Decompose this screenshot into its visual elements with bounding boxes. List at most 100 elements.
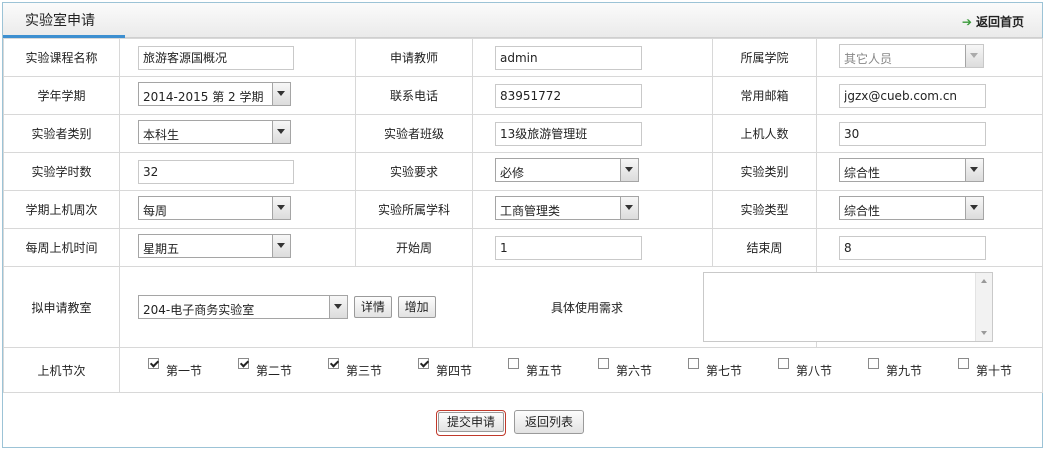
period-option[interactable]: 第十节 <box>958 357 1047 379</box>
classroom-add-button[interactable]: 增加 <box>397 296 436 318</box>
student-type-label: 实验者类别 <box>3 114 120 153</box>
term-select[interactable]: 2014-2015 第 2 学期 <box>138 82 291 106</box>
form-row: 实验学时数 实验要求 必修 实验类别 综合性 <box>3 152 1043 191</box>
usage-cell <box>703 266 1043 348</box>
period-checkbox[interactable] <box>598 357 609 369</box>
period-option[interactable]: 第九节 <box>868 357 958 379</box>
form-row: 上机节次 第一节 第二节 第三节 第四节 第五节 第六节 第七节 第八节 第九节 第十节 <box>3 347 1043 393</box>
period-option[interactable]: 第四节 <box>418 357 508 379</box>
form-row: 每周上机时间 星期五 开始周 结束周 <box>3 228 1043 267</box>
phone-label: 联系电话 <box>355 76 473 115</box>
weekly-freq-select[interactable]: 每周 <box>138 196 291 220</box>
chevron-down-icon <box>272 197 290 219</box>
scroll-down-icon[interactable] <box>981 331 987 335</box>
college-value: 其它人员 <box>844 52 893 66</box>
hours-input[interactable] <box>138 159 294 184</box>
form-row: 实验课程名称 申请教师 所属学院 其它人员 <box>3 38 1043 77</box>
lab-category-value: 综合性 <box>844 166 881 180</box>
classroom-select[interactable]: 204-电子商务实验室 <box>138 295 348 319</box>
periods-group: 第一节 第二节 第三节 第四节 第五节 第六节 第七节 第八节 第九节 第十节 <box>119 347 1043 393</box>
chevron-down-icon <box>272 121 290 143</box>
form-row: 学期上机周次 每周 实验所属学科 工商管理类 实验类型 综合性 <box>3 190 1043 229</box>
lab-application-panel: 实验室申请 ➔返回首页 实验课程名称 申请教师 所属学院 其它人员 学年学期 2… <box>2 2 1043 448</box>
period-label: 第三节 <box>346 363 383 378</box>
lab-category-select[interactable]: 综合性 <box>839 158 984 182</box>
period-checkbox[interactable] <box>418 357 429 369</box>
teacher-input[interactable] <box>495 45 642 70</box>
end-week-input[interactable] <box>839 235 986 260</box>
classroom-label: 拟申请教室 <box>3 266 120 348</box>
hours-label: 实验学时数 <box>3 152 120 191</box>
submit-button[interactable]: 提交申请 <box>438 412 505 432</box>
subject-select[interactable]: 工商管理类 <box>495 196 639 220</box>
period-option[interactable]: 第七节 <box>688 357 778 379</box>
application-form: 实验课程名称 申请教师 所属学院 其它人员 学年学期 2014-2015 第 2… <box>3 38 1043 393</box>
requirement-select[interactable]: 必修 <box>495 158 639 182</box>
email-label: 常用邮箱 <box>712 76 817 115</box>
form-row: 拟申请教室 204-电子商务实验室 详情 增加 具体使用需求 <box>3 266 1043 348</box>
periods-label: 上机节次 <box>3 347 120 393</box>
back-home-link[interactable]: ➔ 返回首页 <box>962 13 1024 30</box>
period-label: 第五节 <box>526 363 563 378</box>
chevron-down-icon <box>272 235 290 257</box>
college-select[interactable]: 其它人员 <box>839 44 984 68</box>
submit-button-frame: 提交申请 <box>436 410 507 436</box>
period-option[interactable]: 第八节 <box>778 357 868 379</box>
page-title: 实验室申请 <box>25 13 95 29</box>
usage-textarea[interactable] <box>703 272 993 342</box>
student-class-label: 实验者班级 <box>355 114 473 153</box>
course-name-label: 实验课程名称 <box>3 38 120 77</box>
lab-category-label: 实验类别 <box>712 152 817 191</box>
weekday-select[interactable]: 星期五 <box>138 234 291 258</box>
end-week-label: 结束周 <box>712 228 817 267</box>
period-checkbox[interactable] <box>958 357 969 369</box>
subject-value: 工商管理类 <box>500 204 561 218</box>
period-checkbox[interactable] <box>148 357 159 369</box>
period-option[interactable]: 第三节 <box>328 357 418 379</box>
period-checkbox[interactable] <box>238 357 249 369</box>
teacher-label: 申请教师 <box>355 38 473 77</box>
requirement-value: 必修 <box>500 166 525 180</box>
weekly-freq-label: 学期上机周次 <box>3 190 120 229</box>
course-name-input[interactable] <box>138 45 294 70</box>
textarea-scrollbar[interactable] <box>975 273 992 341</box>
requirement-label: 实验要求 <box>355 152 473 191</box>
period-checkbox[interactable] <box>778 357 789 369</box>
period-option[interactable]: 第二节 <box>238 357 328 379</box>
chevron-down-icon <box>965 197 983 219</box>
subject-label: 实验所属学科 <box>355 190 473 229</box>
classroom-detail-button[interactable]: 详情 <box>353 296 392 318</box>
period-checkbox[interactable] <box>508 357 519 369</box>
machine-count-input[interactable] <box>839 121 986 146</box>
form-row: 学年学期 2014-2015 第 2 学期 联系电话 常用邮箱 <box>3 76 1043 115</box>
back-list-button[interactable]: 返回列表 <box>514 410 585 434</box>
lab-type-value: 综合性 <box>844 204 881 218</box>
period-checkbox[interactable] <box>688 357 699 369</box>
period-label: 第七节 <box>706 363 743 378</box>
chevron-down-icon <box>965 45 983 67</box>
chevron-down-icon <box>329 296 347 318</box>
tab-lab-application[interactable]: 实验室申请 <box>3 3 125 38</box>
weekday-value: 星期五 <box>143 242 180 256</box>
period-label: 第六节 <box>616 363 653 378</box>
phone-input[interactable] <box>495 83 642 108</box>
period-option[interactable]: 第一节 <box>148 357 238 379</box>
period-option[interactable]: 第六节 <box>598 357 688 379</box>
lab-type-label: 实验类型 <box>712 190 817 229</box>
period-checkbox[interactable] <box>868 357 879 369</box>
period-option[interactable]: 第五节 <box>508 357 598 379</box>
period-checkbox[interactable] <box>328 357 339 369</box>
back-home-label: 返回首页 <box>975 15 1024 29</box>
chevron-down-icon <box>620 159 638 181</box>
email-input[interactable] <box>839 83 986 108</box>
student-class-input[interactable] <box>495 121 642 146</box>
usage-label: 具体使用需求 <box>551 301 624 315</box>
scroll-up-icon[interactable] <box>981 279 987 283</box>
machine-count-label: 上机人数 <box>712 114 817 153</box>
period-label: 第四节 <box>436 363 473 378</box>
lab-type-select[interactable]: 综合性 <box>839 196 984 220</box>
start-week-input[interactable] <box>495 235 642 260</box>
student-type-select[interactable]: 本科生 <box>138 120 291 144</box>
weekly-freq-value: 每周 <box>143 204 168 218</box>
term-label: 学年学期 <box>3 76 120 115</box>
